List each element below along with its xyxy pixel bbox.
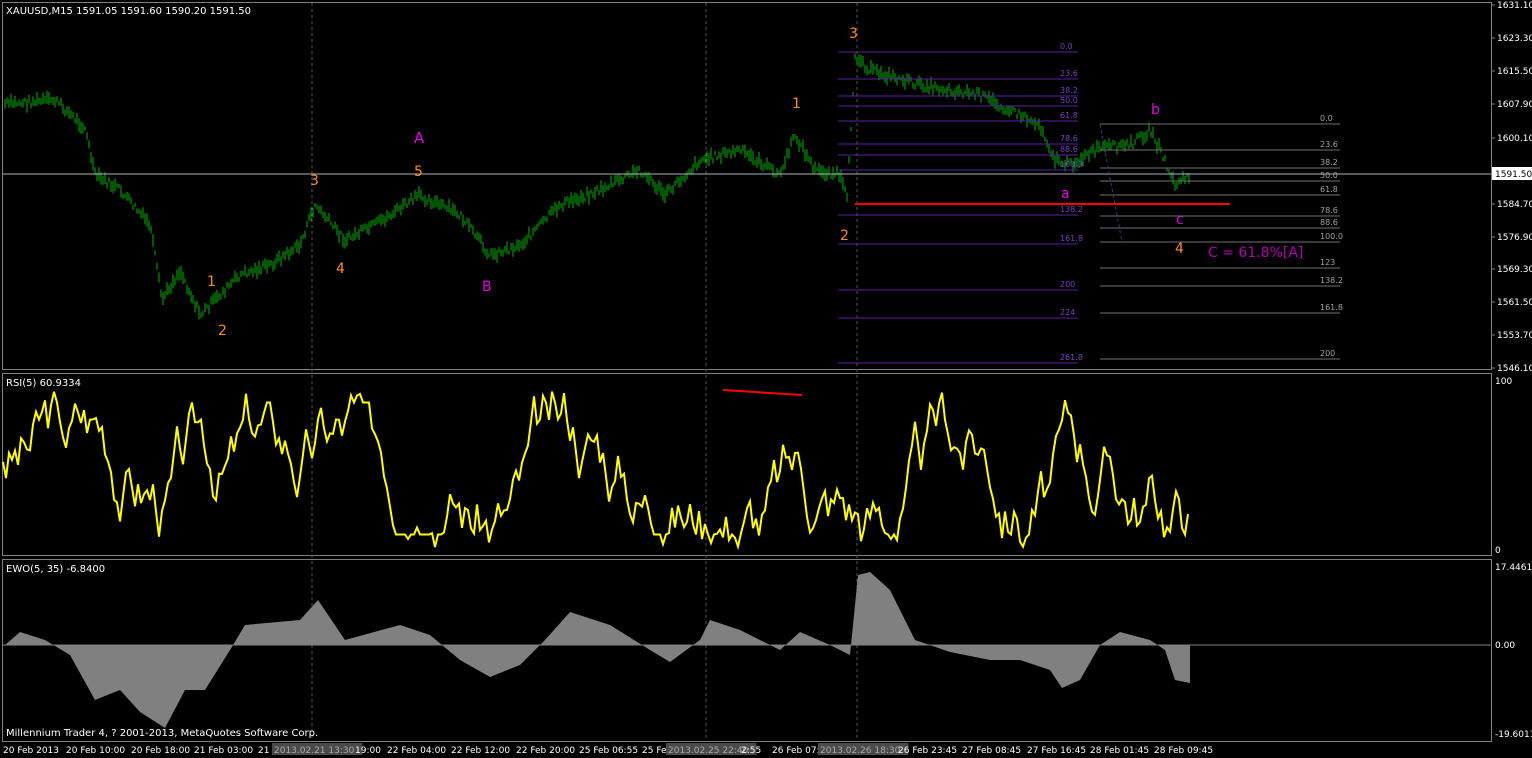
price-tick-label: 1553.70 [1497,331,1532,341]
fib-left-level: 61.8 [1060,111,1078,120]
ewo-axis-zero: 0.00 [1495,641,1515,651]
fib-left-level: 138.2 [1060,205,1083,214]
wave-label-1-right: 1 [792,96,801,112]
time-tick-label: 2013.02.21 13:30 [274,746,355,756]
price-tick-label: 1569.30 [1497,265,1532,275]
time-tick-label: 2013.02.25 22:40 [668,746,749,756]
time-tick-label: 21 [258,746,269,756]
fib-left-level: 0.0 [1060,42,1073,51]
fib-left-level: 161.8 [1060,234,1083,243]
time-tick-label: 22 Feb 20:00 [516,746,575,756]
wave-label-3-left: 3 [310,173,319,189]
time-axis: 20 Feb 2013 20 Feb 10:00 20 Feb 18:00 21 Fe… [3,743,1213,756]
wave-label-4-right: 4 [1175,241,1184,257]
price-axis: 1631.101623.301615.501607.901600.101592.… [1491,1,1532,374]
price-tick-label: 1546.10 [1497,364,1532,374]
time-tick-label: 25 Fe [642,746,667,756]
rsi-divergence-line[interactable] [722,389,803,396]
fib-left-level: 78.6 [1060,134,1078,143]
price-panel[interactable] [2,2,1492,370]
price-tick-label: 1615.50 [1497,67,1532,77]
fib-left-level: 224 [1060,308,1075,317]
target-label: C = 61.8%[A] [1208,245,1303,261]
fib-right-level: 123 [1320,258,1335,267]
ewo-axis-top: 17.4461 [1495,563,1532,573]
fib-right-level: 200 [1320,349,1335,358]
fib-left-level: 88.6 [1060,145,1078,154]
time-tick-label: 27 Feb 08:45 [962,746,1021,756]
fib-left-level: 50.0 [1060,96,1078,105]
rsi-axis-top: 100 [1495,377,1512,387]
fib-left-level: 23.6 [1060,69,1078,78]
time-tick-label: 2:55 [741,746,761,756]
wave-label-A: A [414,129,425,147]
wave-label-2-right: 2 [840,228,849,244]
fib-right-level: 161.8 [1320,303,1343,312]
fib-right-level: 0.0 [1320,114,1333,123]
fib-left-level: 200 [1060,280,1075,289]
time-tick-label: 22 Feb 04:00 [387,746,446,756]
ewo-header: EWO(5, 35) -6.8400 [6,564,105,575]
fib-right-level: 138.2 [1320,276,1343,285]
fib-right-level: 78.6 [1320,206,1338,215]
fib-right-level: 50.0 [1320,171,1338,180]
fib-right-level: 23.6 [1320,140,1338,149]
wave-label-1-left: 1 [207,274,216,290]
fib-right-level: 38.2 [1320,158,1338,167]
fib-left-level: 38.2 [1060,86,1078,95]
rsi-axis-bottom: 0 [1495,546,1501,556]
ewo-histogram [5,572,1190,728]
time-tick-label: 2013.02.26 18:30 [820,746,901,756]
fib-left-level: 100.0 [1060,160,1083,169]
rsi-header: RSI(5) 60.9334 [6,378,81,389]
time-tick-label: 20 Feb 2013 [3,746,59,756]
time-tick-label: 28 Feb 09:45 [1154,746,1213,756]
time-tick-label: 27 Feb 16:45 [1027,746,1086,756]
price-candles [4,53,1190,320]
ewo-axis-bottom: -19.6011 [1495,730,1532,740]
fib-retracement-left[interactable]: 0.0 23.6 38.250.0 61.8 78.6 88.6 100.0 138.2 161… [838,42,1083,364]
copyright-label: Millennium Trader 4, ? 2001-2013, MetaQu… [6,728,318,739]
wave-label-2-left: 2 [218,323,227,339]
time-tick-label: 22 Feb 12:00 [451,746,510,756]
fib-left-level: 261.8 [1060,353,1083,362]
fib-right-level: 100.0 [1320,232,1343,241]
time-tick-label: 20 Feb 18:00 [131,746,190,756]
price-tick-label: 1584.70 [1497,200,1532,210]
price-tick-label: 1623.30 [1497,34,1532,44]
time-tick-label: 19:00 [355,746,381,756]
price-tick-label: 1631.10 [1497,1,1532,11]
wave-label-c: c [1176,212,1184,228]
symbol-header: XAUUSD,M15 1591.05 1591.60 1590.20 1591.… [6,6,251,17]
price-tick-label: 1576.90 [1497,233,1532,243]
price-tick-label: 1600.10 [1497,134,1532,144]
fib-right-level: 88.6 [1320,218,1338,227]
rsi-line [2,391,1189,551]
price-tick-label: 1561.50 [1497,298,1532,308]
time-tick-label: 28 Feb 01:45 [1090,746,1149,756]
wave-label-a: a [1061,186,1070,202]
time-tick-label: 25 Feb 06:55 [579,746,638,756]
wave-label-3-right: 3 [849,26,858,42]
current-price-value: 1591.50 [1495,170,1532,180]
time-tick-label: 21 Feb 03:00 [194,746,253,756]
wave-label-b: b [1151,102,1160,118]
wave-label-B: B [482,279,492,295]
time-tick-label: 20 Feb 10:00 [66,746,125,756]
time-tick-label: 26 Feb 23:45 [898,746,957,756]
fib-retracement-right[interactable]: 0.0 23.6 38.2 50.0 61.8 78.6 88.6 100.0 123 138.2… [1100,114,1343,360]
wave-label-5: 5 [414,164,423,180]
time-tick-label: 26 Feb 07:0 [772,746,826,756]
wave-label-4-left: 4 [336,261,345,277]
price-tick-label: 1607.90 [1497,100,1532,110]
fib-right-level: 61.8 [1320,185,1338,194]
chart-canvas[interactable]: 0.023.638.250.061.878.688.6100.0138.2161… [0,0,1532,758]
fib-trendline [1099,123,1123,243]
